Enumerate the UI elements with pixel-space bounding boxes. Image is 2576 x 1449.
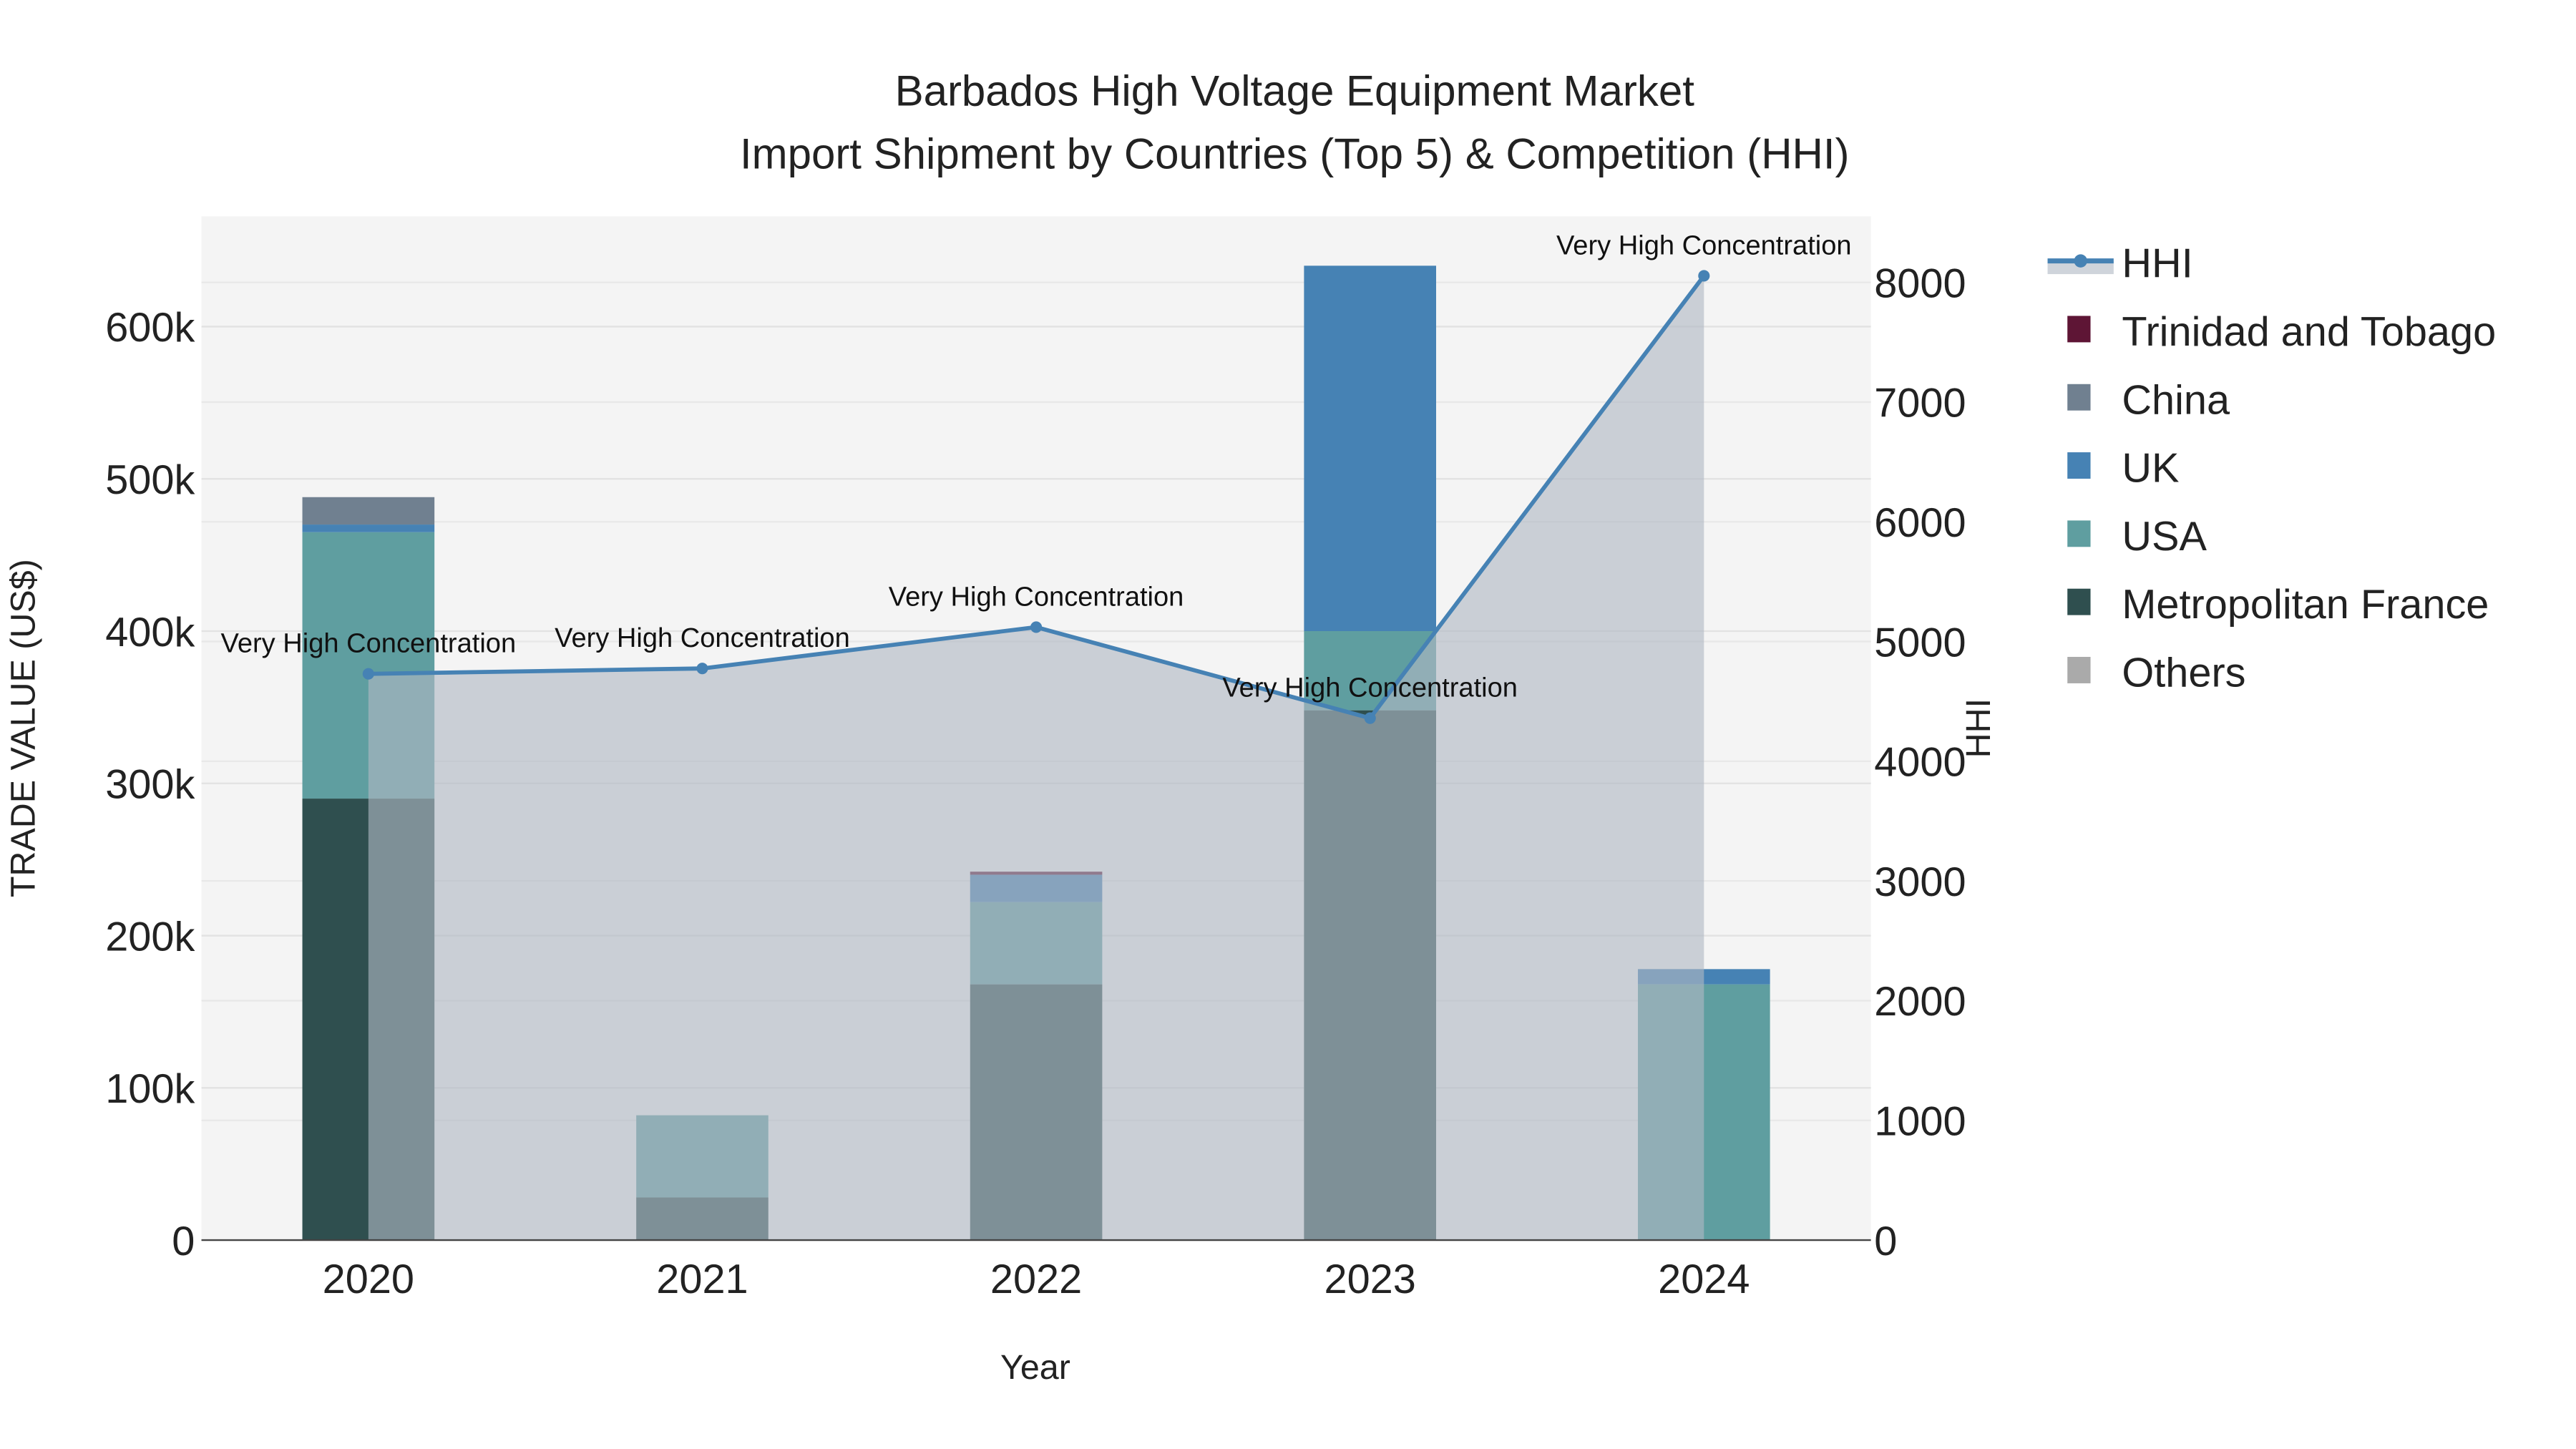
legend-swatch: [2067, 452, 2091, 479]
hhi-annotation: Very High Concentration: [1556, 230, 1852, 260]
y2-axis-ticks: 0 1000 2000 3000 4000 5000 6000 7000 8000: [1874, 260, 1966, 1264]
hhi-annotation: Very High Concentration: [1222, 673, 1518, 703]
legend-item-trinidad-and-tobago[interactable]: Trinidad and Tobago: [2067, 309, 2496, 355]
y2-tick-label: 7000: [1874, 381, 1966, 426]
chart: Very High Concentration Very High Concent…: [4, 67, 2496, 1387]
hhi-point-2023: [1364, 712, 1376, 724]
y-tick-label: 600k: [105, 305, 195, 351]
legend-hhi-marker: [2074, 254, 2087, 268]
y2-tick-label: 5000: [1874, 620, 1966, 665]
chart-title: Barbados High Voltage Equipment Market: [895, 67, 1695, 115]
y2-tick-label: 8000: [1874, 260, 1966, 306]
x-tick-label: 2024: [1658, 1257, 1750, 1302]
x-tick-label: 2020: [323, 1257, 414, 1302]
y-axis-title: TRADE VALUE (US$): [4, 559, 42, 897]
legend-label: Metropolitan France: [2122, 582, 2489, 628]
legend-label: Others: [2122, 650, 2245, 696]
legend-label: Trinidad and Tobago: [2122, 309, 2496, 355]
y2-tick-label: 6000: [1874, 500, 1966, 546]
legend-swatch: [2067, 384, 2091, 411]
x-tick-label: 2021: [656, 1257, 748, 1302]
x-tick-label: 2022: [990, 1257, 1082, 1302]
y-tick-label: 400k: [105, 610, 195, 655]
y-tick-label: 0: [172, 1219, 195, 1264]
y2-tick-label: 1000: [1874, 1099, 1966, 1145]
y-axis-ticks: 0 100k 200k 300k 400k 500k 600k: [105, 305, 195, 1264]
x-axis-title: Year: [1000, 1348, 1070, 1387]
chart-subtitle: Import Shipment by Countries (Top 5) & C…: [740, 130, 1850, 177]
legend-swatch: [2067, 520, 2091, 547]
hhi-point-2021: [696, 663, 708, 675]
y-tick-label: 500k: [105, 457, 195, 503]
legend-swatch: [2067, 316, 2091, 343]
y-tick-label: 300k: [105, 762, 195, 808]
legend-item-usa[interactable]: USA: [2067, 514, 2207, 560]
legend: HHI Trinidad and Tobago China UK USA Metropol…: [2047, 241, 2496, 696]
legend-item-china[interactable]: China: [2067, 377, 2230, 423]
y2-tick-label: 4000: [1874, 740, 1966, 786]
y2-tick-label: 0: [1874, 1219, 1897, 1264]
y-tick-label: 200k: [105, 914, 195, 960]
hhi-annotation: Very High Concentration: [555, 623, 850, 653]
legend-label: China: [2122, 377, 2230, 423]
legend-label: HHI: [2122, 241, 2192, 287]
x-axis-ticks: 2020 2021 2022 2023 2024: [323, 1257, 1750, 1302]
hhi-annotation: Very High Concentration: [221, 629, 517, 659]
legend-item-hhi: HHI: [2047, 241, 2193, 287]
hhi-point-2022: [1030, 621, 1043, 633]
hhi-point-2024: [1698, 270, 1710, 282]
bar-uk-2023: [1304, 265, 1436, 631]
legend-item-metropolitan-france[interactable]: Metropolitan France: [2067, 582, 2489, 628]
hhi-annotation: Very High Concentration: [889, 582, 1184, 612]
legend-item-uk[interactable]: UK: [2067, 446, 2180, 492]
hhi-point-2020: [362, 668, 374, 680]
y2-axis-title: HHI: [1959, 698, 1998, 758]
legend-swatch: [2067, 588, 2091, 615]
legend-label: UK: [2122, 446, 2179, 492]
y-tick-label: 100k: [105, 1066, 195, 1112]
x-tick-label: 2023: [1324, 1257, 1416, 1302]
legend-item-others[interactable]: Others: [2067, 650, 2246, 696]
legend-swatch: [2067, 657, 2091, 683]
legend-label: USA: [2122, 514, 2207, 560]
bar-china-2020: [302, 497, 435, 525]
y2-tick-label: 3000: [1874, 859, 1966, 905]
bar-uk-2020: [302, 525, 435, 532]
y2-tick-label: 2000: [1874, 979, 1966, 1025]
